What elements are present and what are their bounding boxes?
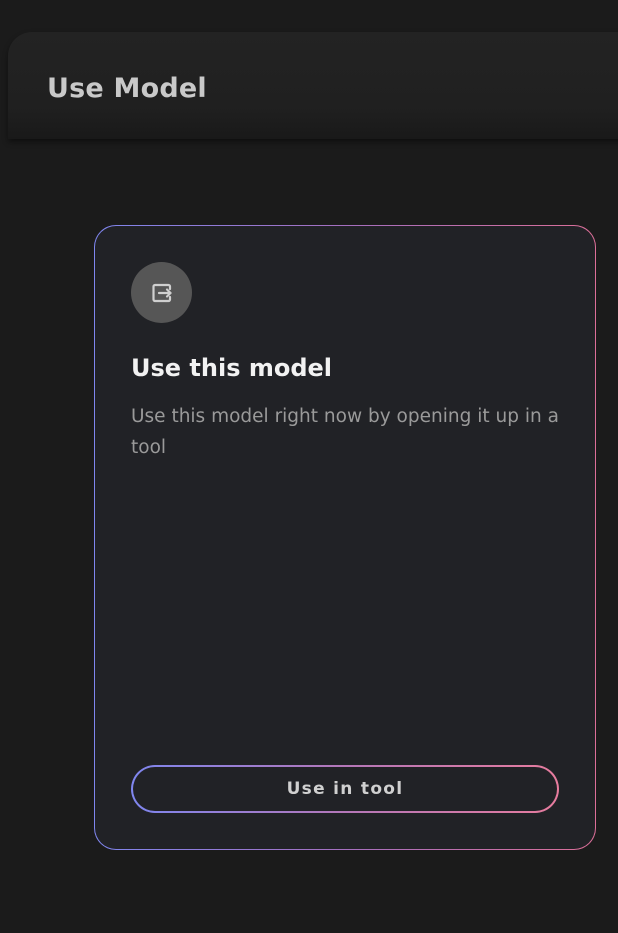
card-title: Use this model <box>131 354 333 382</box>
page-title: Use Model <box>47 73 207 104</box>
header-panel: Use Model <box>8 32 618 139</box>
use-model-card: Use this model Use this model right now … <box>94 225 596 850</box>
card-description: Use this model right now by opening it u… <box>131 406 559 458</box>
use-in-tool-button-frame[interactable]: Use in tool <box>131 765 559 813</box>
use-in-tool-button[interactable]: Use in tool <box>133 767 557 811</box>
card-body: Use this model Use this model right now … <box>95 226 595 849</box>
open-in-tool-icon <box>131 262 192 323</box>
page: Use Model Use this model Use this model … <box>0 0 618 933</box>
